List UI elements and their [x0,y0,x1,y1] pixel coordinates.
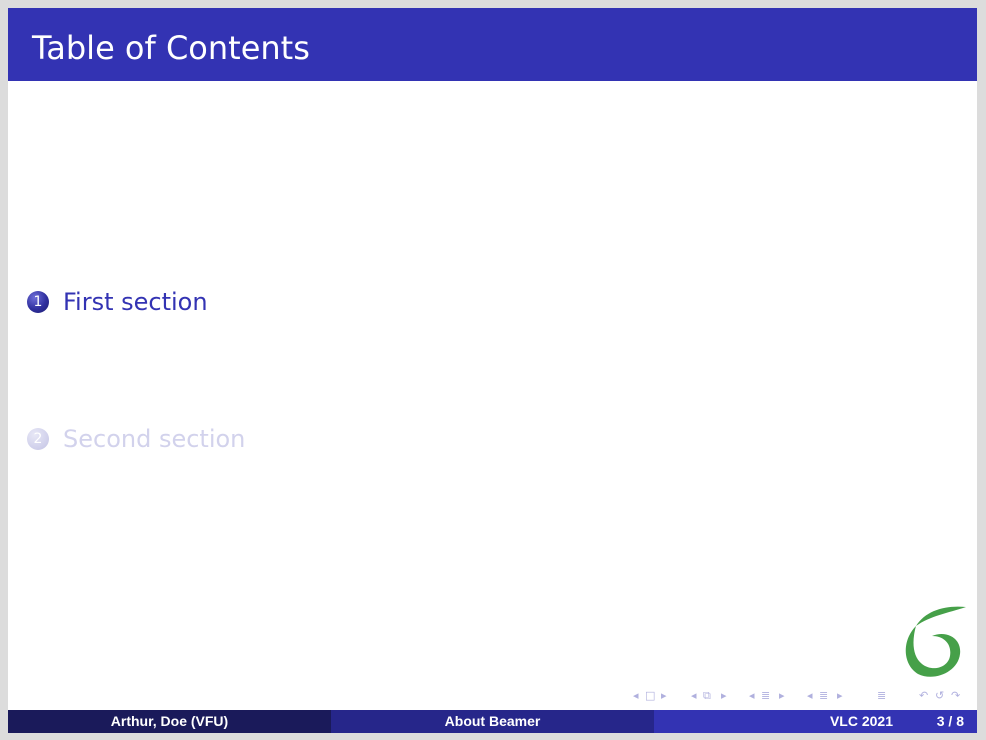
toc-item-first-section[interactable]: 1 First section [27,286,208,318]
beamer-navigation-symbols: ◂ □ ▸ ◂ ⧉ ▸ ◂ ≣ ▸ ◂ ≣ ▸ ≣ ↶ ↺ ↷ [623,687,973,705]
footer-date-page: VLC 2021 3 / 8 [654,710,977,733]
nav-next-arrow-icon[interactable]: ▸ [721,687,727,705]
frame-title-bar: Table of Contents [8,8,977,81]
nav-prev-arrow-icon[interactable]: ◂ [633,687,639,705]
footer-date: VLC 2021 [829,713,893,729]
nav-prev-arrow-icon[interactable]: ◂ [749,687,755,705]
frame-title: Table of Contents [32,29,310,67]
footer-author: Arthur, Doe (VFU) [8,710,331,733]
toc-number-badge: 2 [27,428,49,450]
slide: Table of Contents 1 First section 2 Seco… [8,8,977,733]
nav-prev-arrow-icon[interactable]: ◂ [807,687,813,705]
nav-next-arrow-icon[interactable]: ▸ [779,687,785,705]
toc-item-label: Second section [63,425,246,453]
nav-appendix-icon[interactable]: ≣ [877,687,886,705]
overleaf-leaf-logo-icon [905,606,966,677]
nav-back-icon[interactable]: ↶ [919,687,928,705]
nav-frame-icon[interactable]: □ [645,687,655,705]
footer-title: About Beamer [331,710,654,733]
nav-next-arrow-icon[interactable]: ▸ [661,687,667,705]
nav-section-icon[interactable]: ≣ [761,687,770,705]
toc-item-second-section[interactable]: 2 Second section [27,423,245,455]
nav-subsection-icon[interactable]: ⧉ [703,687,711,705]
nav-forward-icon[interactable]: ↷ [951,687,960,705]
toc-number-badge: 1 [27,291,49,313]
footline: Arthur, Doe (VFU) About Beamer VLC 2021 … [8,710,977,733]
toc-item-label: First section [63,288,208,316]
nav-prev-arrow-icon[interactable]: ◂ [691,687,697,705]
footer-page-number: 3 / 8 [936,713,964,729]
nav-search-icon[interactable]: ↺ [935,687,944,705]
nav-next-arrow-icon[interactable]: ▸ [837,687,843,705]
nav-document-icon[interactable]: ≣ [819,687,828,705]
